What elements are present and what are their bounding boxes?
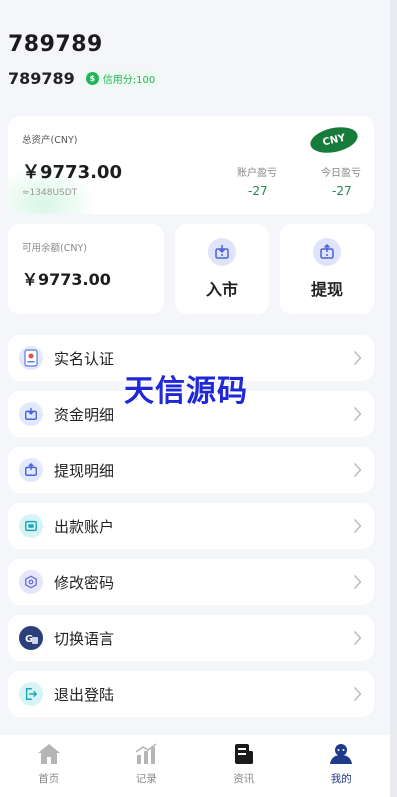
withdraw-icon	[313, 238, 341, 266]
menu-item-label: 退出登陆	[54, 685, 115, 704]
currency-badge: CNY	[308, 123, 360, 157]
account-pl-label: 账户盈亏	[237, 168, 277, 179]
menu-item-change-password[interactable]: 修改密码	[8, 559, 374, 605]
available-balance-card: 可用余额(CNY) ￥9773.00	[8, 224, 164, 314]
records-icon	[133, 741, 159, 767]
chevron-right-icon	[353, 518, 362, 534]
profile-icon	[328, 741, 354, 767]
right-edge	[390, 0, 397, 797]
total-assets-label: 总资产(CNY)	[22, 135, 78, 146]
deposit-button[interactable]: 入市	[175, 224, 269, 314]
chevron-right-icon	[353, 574, 362, 590]
menu-item-switch-language[interactable]: G 切换语言	[8, 615, 374, 661]
tab-profile[interactable]: 我的	[293, 735, 391, 797]
menu-item-label: 资金明细	[54, 405, 115, 424]
deposit-label: 入市	[205, 280, 238, 299]
chevron-right-icon	[353, 686, 362, 702]
withdraw-button[interactable]: 提现	[280, 224, 374, 314]
tab-records[interactable]: 记录	[98, 735, 196, 797]
news-icon	[231, 741, 257, 767]
menu-item-payout-account[interactable]: 出款账户	[8, 503, 374, 549]
menu-item-label: 提现明细	[54, 461, 115, 480]
tab-label: 记录	[135, 773, 157, 785]
fund-detail-icon	[19, 402, 43, 426]
today-pl-label: 今日盈亏	[321, 168, 361, 179]
menu-item-label: 修改密码	[54, 573, 115, 592]
available-balance-amount: ￥9773.00	[22, 270, 111, 289]
chevron-right-icon	[353, 406, 362, 422]
password-icon	[19, 570, 43, 594]
chevron-right-icon	[353, 630, 362, 646]
tab-news[interactable]: 资讯	[195, 735, 293, 797]
chevron-right-icon	[353, 462, 362, 478]
watermark: 天信源码	[124, 374, 248, 409]
menu-item-label: 切换语言	[54, 629, 115, 648]
withdraw-detail-icon	[19, 458, 43, 482]
credit-score: 信用分:100	[102, 75, 156, 86]
chevron-right-icon	[353, 350, 362, 366]
credit-icon: $	[85, 72, 99, 85]
total-assets-amount: ￥9773.00	[22, 162, 122, 183]
tab-label: 首页	[38, 773, 60, 785]
home-icon	[36, 741, 62, 767]
total-assets-card: 总资产(CNY) ￥9773.00 ≈1348USDT CNY 账户盈亏 -27…	[8, 116, 374, 214]
account-pl-value: -27	[248, 184, 268, 198]
menu-item-withdraw-detail[interactable]: 提现明细	[8, 447, 374, 493]
profile-header: 789789 789789 $ 信用分:100	[8, 32, 378, 88]
tab-label: 我的	[330, 773, 352, 785]
withdraw-label: 提现	[310, 280, 343, 299]
svg-text:G: G	[25, 634, 33, 645]
today-pl-value: -27	[332, 184, 352, 198]
page-title: 789789	[8, 32, 103, 57]
language-icon: G	[19, 626, 43, 650]
bottom-tab-bar: 首页 记录 资讯 我的	[0, 735, 390, 797]
profile-page: 789789 789789 $ 信用分:100 总资产(CNY) ￥9773.0…	[0, 0, 390, 797]
username: 789789	[8, 69, 75, 88]
credit-badge: $ 信用分:100	[82, 70, 162, 87]
tab-label: 资讯	[233, 773, 255, 785]
payout-account-icon	[19, 514, 43, 538]
usdt-equivalent: ≈1348USDT	[22, 188, 78, 198]
available-balance-label: 可用余额(CNY)	[22, 243, 87, 254]
logout-icon	[19, 682, 43, 706]
menu-item-label: 实名认证	[54, 349, 115, 368]
menu-item-logout[interactable]: 退出登陆	[8, 671, 374, 717]
deposit-icon	[208, 238, 236, 266]
tab-home[interactable]: 首页	[0, 735, 98, 797]
menu-item-label: 出款账户	[54, 517, 115, 536]
user-row: 789789 $ 信用分:100	[8, 69, 378, 88]
id-card-icon	[19, 346, 43, 370]
